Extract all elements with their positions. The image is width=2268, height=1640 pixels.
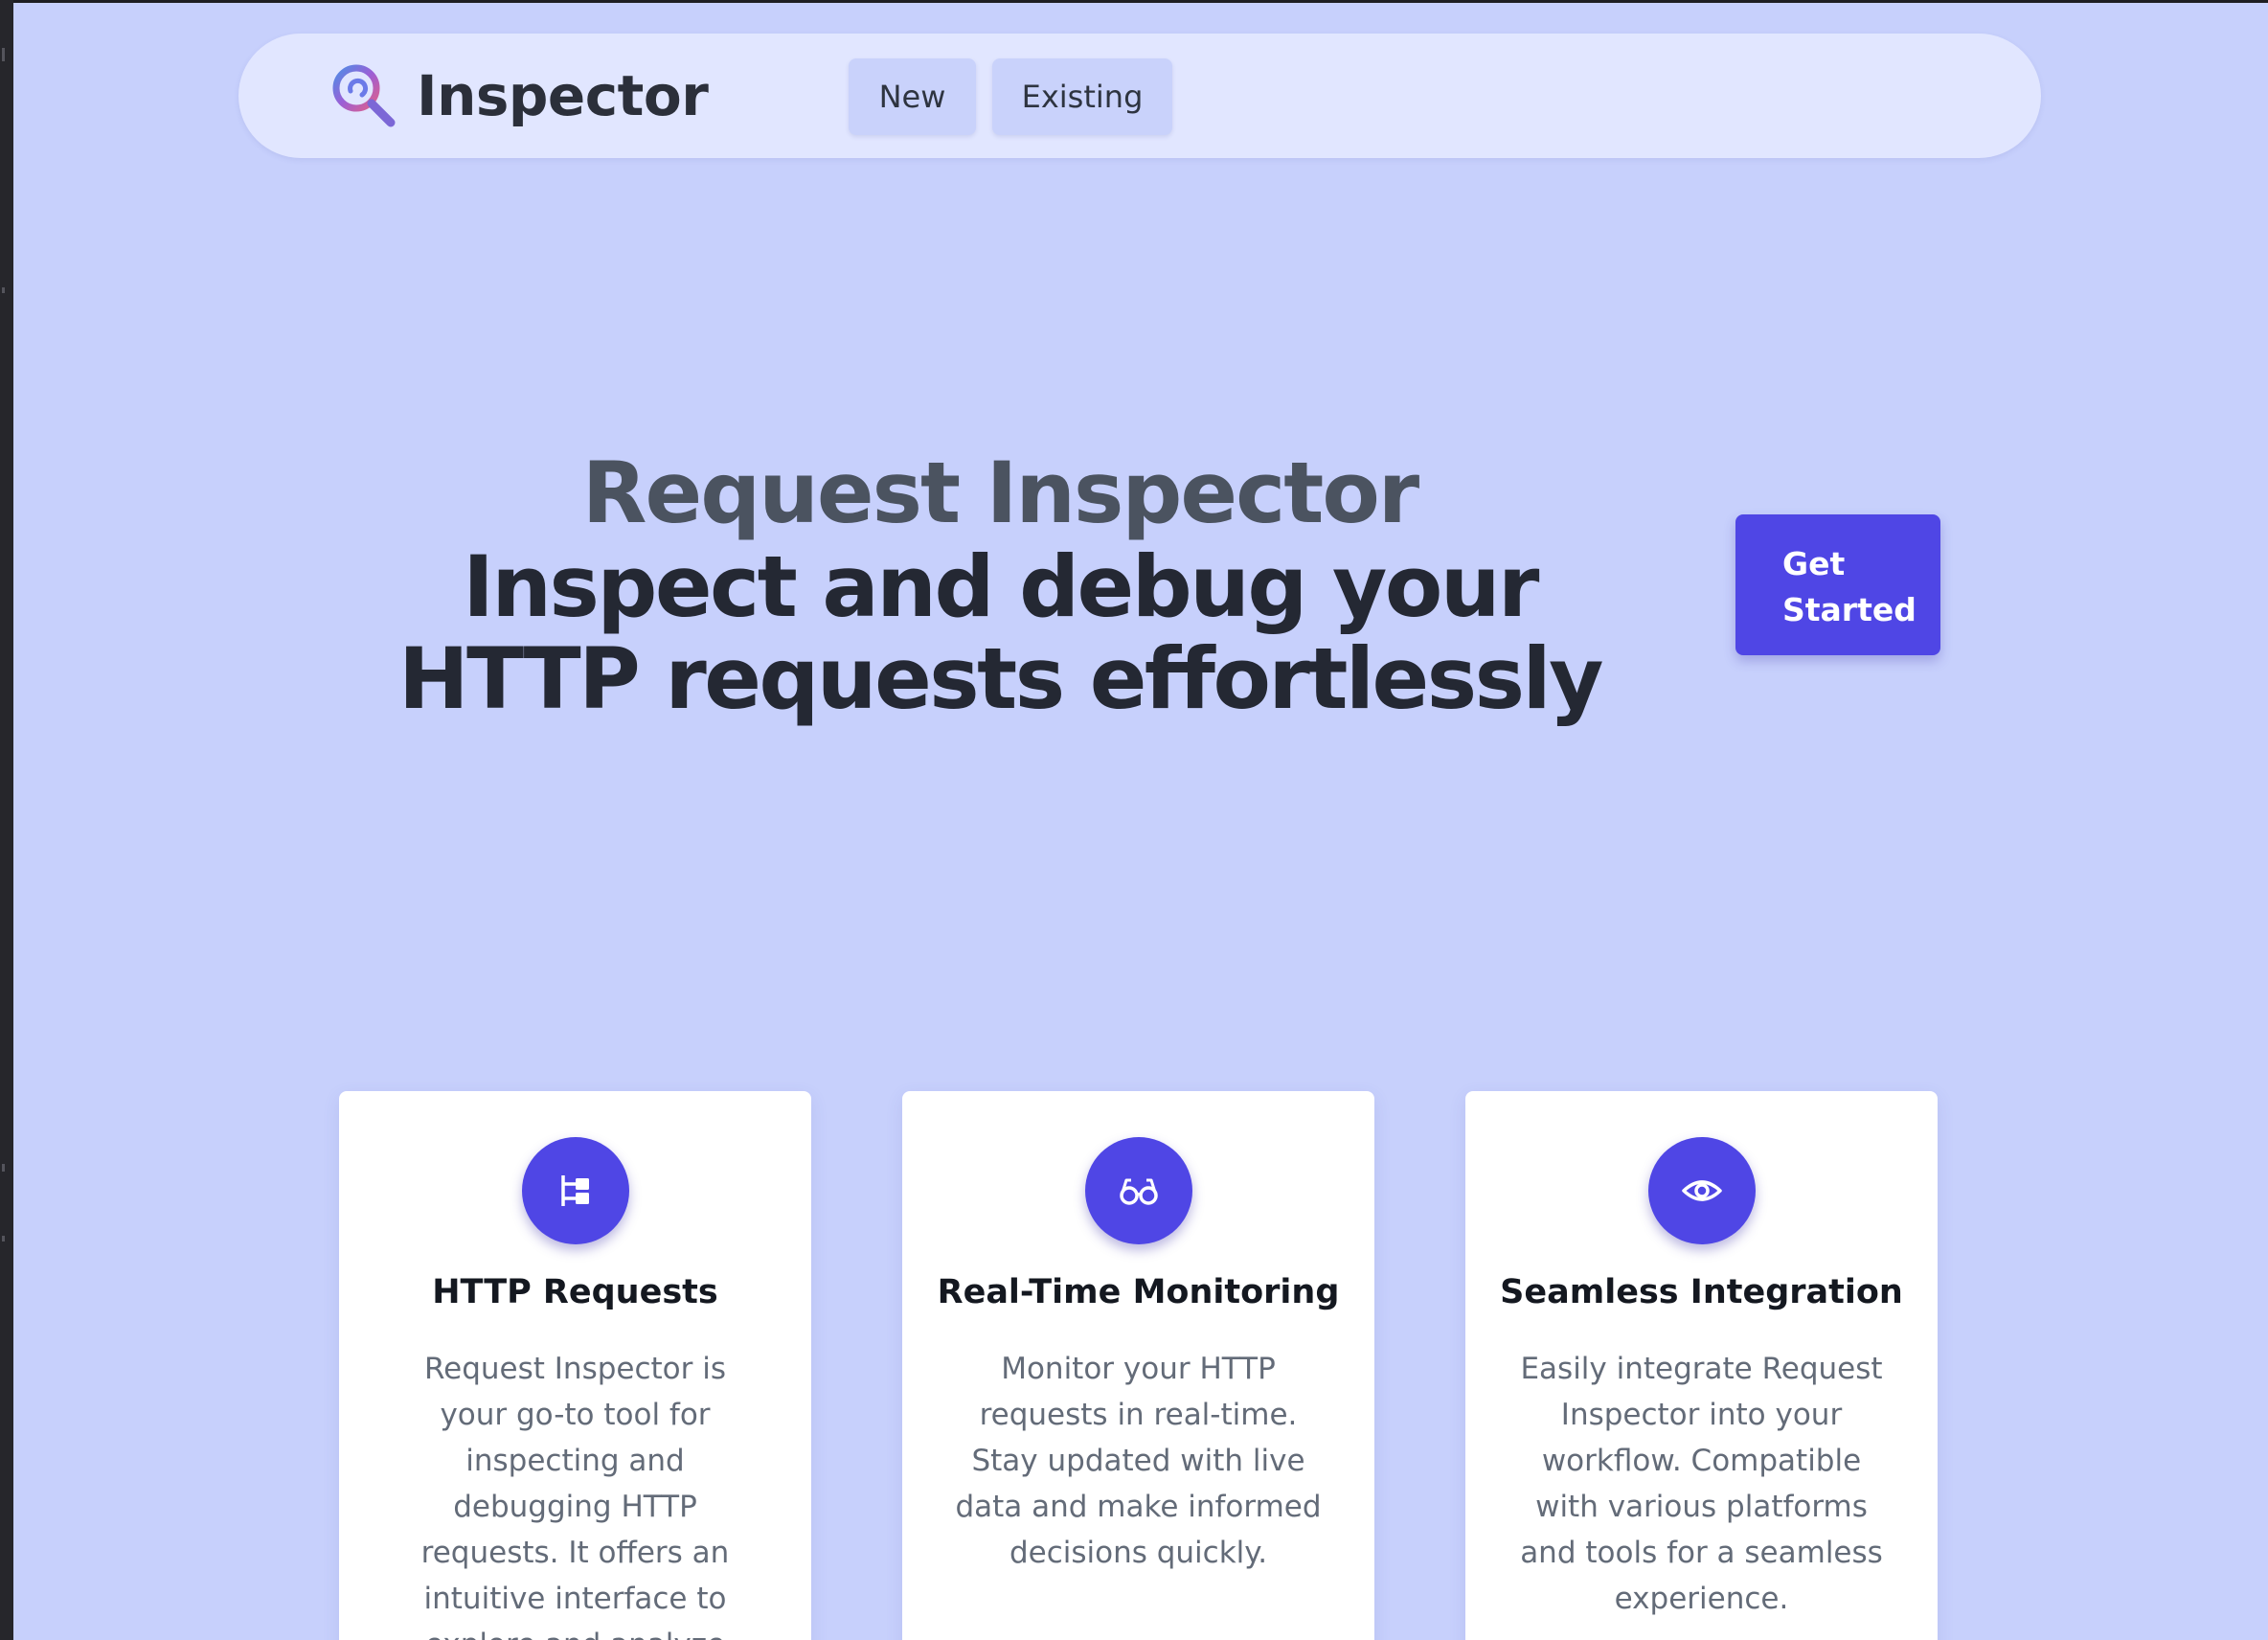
nav-new-button[interactable]: New [849,58,976,135]
brand-name: Inspector [417,63,709,128]
hero-title: Request Inspector [581,444,1419,542]
window-edge [0,0,13,1640]
brand[interactable]: Inspector [330,57,709,135]
feature-card-real-time-monitoring: Real-Time Monitoring Monitor your HTTP r… [902,1091,1374,1640]
get-started-button[interactable]: Get Started [1735,514,1940,655]
feature-title: HTTP Requests [432,1273,718,1311]
navbar: Inspector New Existing [238,34,2041,158]
hero-subtitle: Inspect and debug your HTTP requests eff… [397,537,1604,728]
feature-card-seamless-integration: Seamless Integration Easily integrate Re… [1465,1091,1938,1640]
eye-icon [1648,1137,1756,1244]
nav-existing-button[interactable]: Existing [992,58,1172,135]
hero: Request Inspector Inspect and debug your… [329,445,1670,725]
feature-description: Monitor your HTTP requests in real-time.… [955,1352,1322,1570]
hierarchy-icon [522,1137,629,1244]
feature-card-http-requests: HTTP Requests Request Inspector is your … [339,1091,811,1640]
feature-title: Real-Time Monitoring [937,1273,1340,1311]
page: Inspector New Existing Request Inspector… [13,3,2268,1640]
feature-description: Easily integrate Request Inspector into … [1520,1352,1883,1616]
glasses-icon [1085,1137,1192,1244]
magnifier-logo-icon [332,64,396,127]
feature-title: Seamless Integration [1500,1273,1903,1311]
feature-description: Request Inspector is your go-to tool for… [420,1352,730,1640]
